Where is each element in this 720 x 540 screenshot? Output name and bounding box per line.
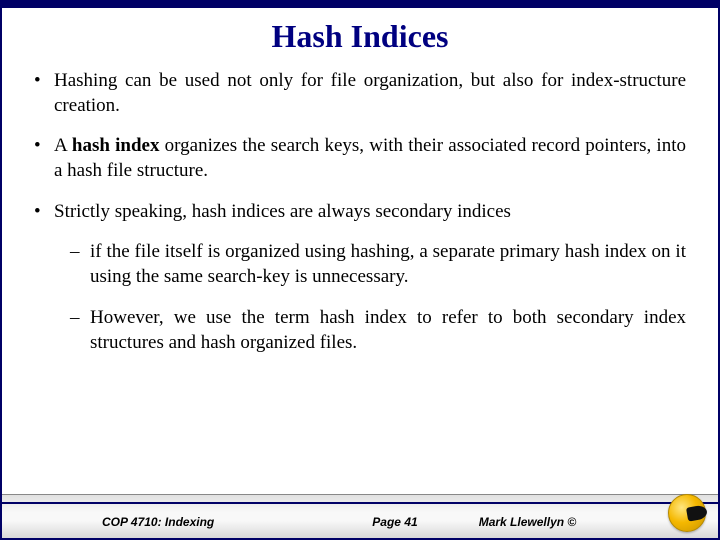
sub-bullet-text: if the file itself is organized using ha…	[90, 240, 686, 289]
footer-divider	[2, 502, 718, 504]
sub-bullet-marker: –	[70, 240, 90, 289]
bullet-item: • Hashing can be used not only for file …	[34, 69, 686, 118]
bold-term: hash index	[72, 135, 160, 156]
sub-bullet-item: – However, we use the term hash index to…	[70, 306, 686, 355]
slide-title: Hash Indices	[2, 8, 718, 69]
bullet-item: • A hash index organizes the search keys…	[34, 134, 686, 183]
bullet-marker: •	[34, 69, 54, 118]
bullet-text: Hashing can be used not only for file or…	[54, 69, 686, 118]
logo-disc	[668, 494, 706, 532]
bullet-marker: •	[34, 134, 54, 183]
ucf-logo	[668, 494, 708, 534]
logo-pegasus	[686, 504, 708, 521]
slide-content: • Hashing can be used not only for file …	[2, 69, 718, 538]
footer-author: Mark Llewellyn ©	[479, 515, 688, 529]
footer-text: COP 4710: Indexing Page 41 Mark Llewelly…	[2, 515, 718, 529]
sub-bullet-item: – if the file itself is organized using …	[70, 240, 686, 289]
text-span: A	[54, 135, 72, 156]
bullet-text: A hash index organizes the search keys, …	[54, 134, 686, 183]
slide: Hash Indices • Hashing can be used not o…	[0, 0, 720, 540]
footer: COP 4710: Indexing Page 41 Mark Llewelly…	[2, 494, 718, 538]
bullet-text: Strictly speaking, hash indices are alwa…	[54, 200, 686, 225]
sub-bullet-text: However, we use the term hash index to r…	[90, 306, 686, 355]
footer-course: COP 4710: Indexing	[102, 515, 311, 529]
bullet-marker: •	[34, 200, 54, 225]
footer-page: Page 41	[311, 515, 478, 529]
sub-bullet-marker: –	[70, 306, 90, 355]
bullet-item: • Strictly speaking, hash indices are al…	[34, 200, 686, 225]
